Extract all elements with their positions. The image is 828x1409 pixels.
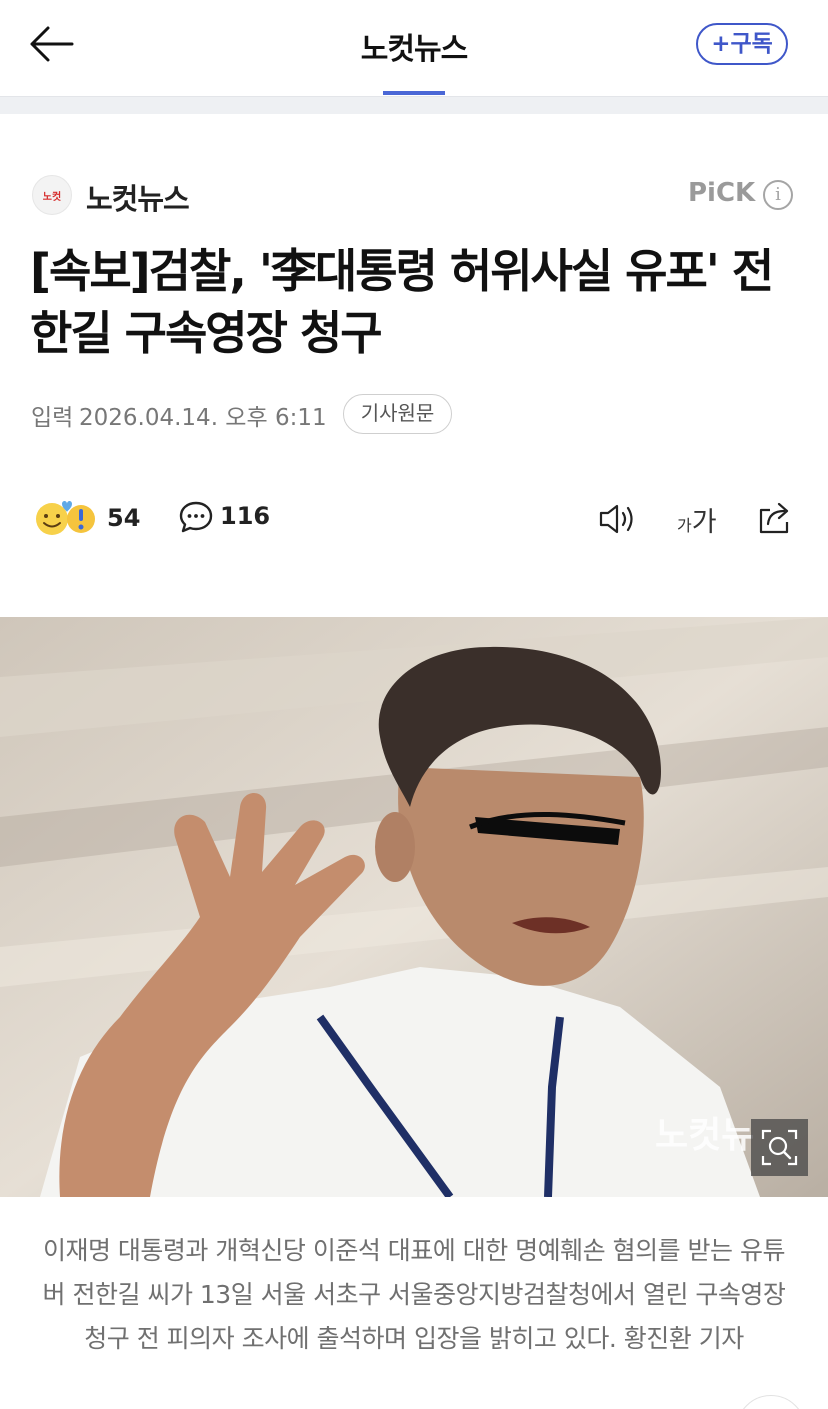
- reaction-emoji-icon: [36, 501, 95, 535]
- photo-watermark: 노컷뉴: [655, 1115, 754, 1156]
- press-logo-text: 노컷: [42, 191, 62, 203]
- comment-count: 116: [220, 502, 271, 530]
- reaction-count: 54: [107, 504, 141, 532]
- font-size-button[interactable]: 가가: [677, 500, 725, 538]
- speaker-icon: [599, 504, 633, 534]
- zoom-button[interactable]: [751, 1119, 808, 1176]
- share-button[interactable]: [756, 498, 794, 536]
- share-icon: [759, 502, 789, 534]
- floating-button[interactable]: [736, 1395, 806, 1409]
- comment-icon: [179, 501, 213, 533]
- subscribe-button[interactable]: +구독: [696, 23, 788, 65]
- info-icon[interactable]: i: [763, 180, 793, 210]
- top-bar: 노컷뉴스 +구독: [0, 0, 828, 96]
- zoom-icon: [761, 1129, 798, 1166]
- font-size-large-glyph: 가: [691, 507, 717, 538]
- photo-caption: 이재명 대통령과 개혁신당 이준석 대표에 대한 명예훼손 혐의를 받는 유튜버…: [42, 1236, 786, 1353]
- article-photo[interactable]: 노컷뉴: [0, 617, 828, 1197]
- font-size-icon: 가: [677, 516, 692, 535]
- tab-indicator: [383, 91, 445, 95]
- pick-label: PiCK: [688, 178, 756, 208]
- reaction-button[interactable]: [34, 498, 100, 538]
- section-divider: [0, 96, 828, 114]
- date-value: 2026.04.14. 오후 6:11: [79, 405, 327, 431]
- press-name[interactable]: 노컷뉴스: [86, 176, 190, 218]
- read-aloud-button[interactable]: [598, 502, 638, 536]
- article-headline: [속보]검찰, '李대통령 허위사실 유포' 전한길 구속영장 청구: [30, 244, 774, 360]
- comment-button[interactable]: [178, 500, 214, 534]
- date-label: 입력: [31, 405, 74, 431]
- photo-illustration: 노컷뉴: [0, 617, 828, 1197]
- press-logo[interactable]: 노컷: [32, 175, 72, 215]
- original-article-button[interactable]: 기사원문: [343, 394, 452, 434]
